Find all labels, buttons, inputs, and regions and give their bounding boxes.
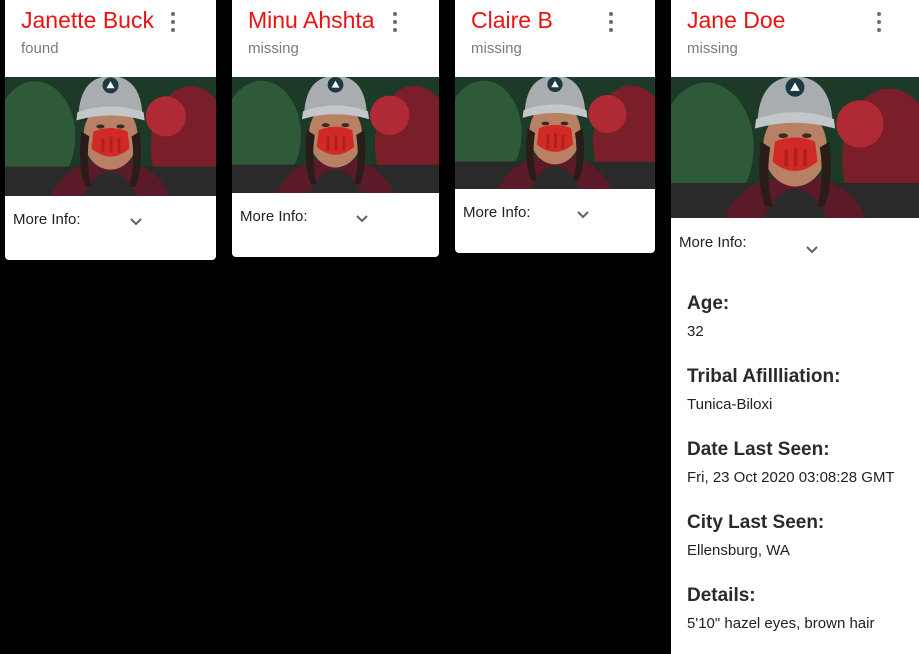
more-info-label: More Info: — [13, 211, 81, 228]
person-status: found — [21, 40, 59, 57]
details-panel: Age: 32 Tribal Afillliation: Tunica-Bilo… — [671, 278, 919, 632]
tribal-affiliation-label: Tribal Afillliation: — [687, 366, 841, 387]
age-value: 32 — [687, 323, 704, 340]
card-header: Janette Buck found — [5, 0, 216, 77]
person-photo — [232, 77, 439, 193]
more-vert-icon[interactable] — [170, 12, 176, 32]
more-info-row[interactable]: More Info: — [455, 189, 655, 253]
chevron-down-icon[interactable] — [577, 211, 589, 219]
person-status: missing — [248, 40, 299, 57]
details-label: Details: — [687, 585, 756, 606]
more-info-row[interactable]: More Info: — [232, 193, 439, 257]
date-last-seen-value: Fri, 23 Oct 2020 03:08:28 GMT — [687, 469, 895, 486]
chevron-down-icon[interactable] — [356, 215, 368, 223]
more-info-label: More Info: — [679, 234, 747, 251]
more-info-row[interactable]: More Info: — [5, 196, 216, 260]
person-card: Claire B missing More Info: — [455, 0, 655, 253]
person-status: missing — [471, 40, 522, 57]
person-name: Minu Ahshta — [248, 7, 375, 33]
more-info-row[interactable]: More Info: — [671, 218, 919, 278]
more-info-label: More Info: — [240, 208, 308, 225]
chevron-up-toggle-icon[interactable] — [806, 246, 818, 254]
person-name: Claire B — [471, 7, 553, 33]
details-value: 5'10" hazel eyes, brown hair — [687, 615, 875, 632]
city-last-seen-value: Ellensburg, WA — [687, 542, 790, 559]
person-name: Janette Buck — [21, 7, 154, 33]
age-label: Age: — [687, 293, 730, 314]
more-info-label: More Info: — [463, 204, 531, 221]
city-last-seen-label: City Last Seen: — [687, 512, 825, 533]
person-photo — [455, 77, 655, 189]
chevron-down-icon[interactable] — [130, 218, 142, 226]
person-card: Janette Buck found More Info: — [5, 0, 216, 260]
more-vert-icon[interactable] — [392, 12, 398, 32]
more-vert-icon[interactable] — [608, 12, 614, 32]
card-header: Claire B missing — [455, 0, 655, 77]
person-card: Minu Ahshta missing More Info: — [232, 0, 439, 257]
more-vert-icon[interactable] — [876, 12, 882, 32]
person-name: Jane Doe — [687, 7, 786, 33]
person-card-expanded: Jane Doe missing More Info: Age: 32 Trib… — [671, 0, 919, 654]
card-header: Jane Doe missing — [671, 0, 919, 77]
person-photo — [5, 77, 216, 196]
person-status: missing — [687, 40, 738, 57]
card-header: Minu Ahshta missing — [232, 0, 439, 77]
tribal-affiliation-value: Tunica-Biloxi — [687, 396, 773, 413]
person-photo — [671, 77, 919, 218]
date-last-seen-label: Date Last Seen: — [687, 439, 830, 460]
